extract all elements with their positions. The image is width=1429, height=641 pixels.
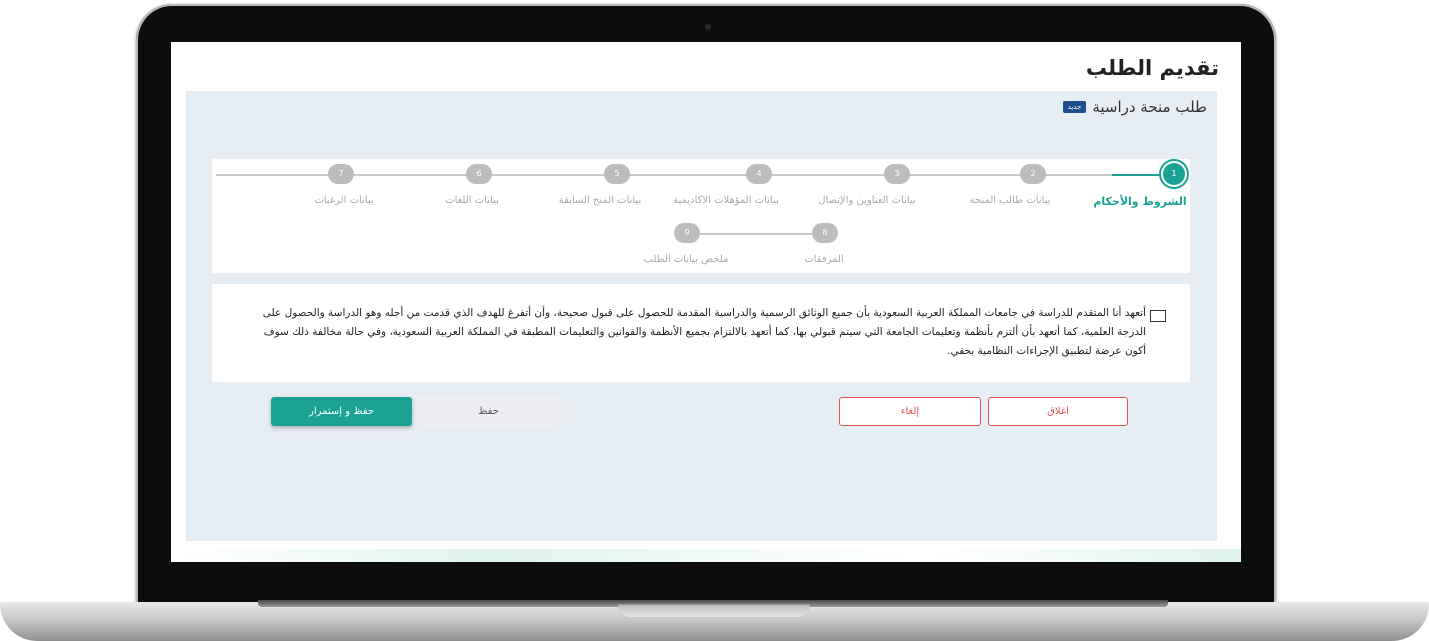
- step-1-dot[interactable]: 1: [1163, 163, 1185, 185]
- subheader: طلب منحة دراسية جديد: [1062, 98, 1207, 116]
- terms-text: أتعهد أنا المتقدم للدراسة في جامعات المم…: [262, 307, 1146, 357]
- step-5-label[interactable]: بيانات المنح السابقة: [559, 195, 642, 206]
- step-5-dot[interactable]: 5: [604, 164, 630, 184]
- app-screen: تقديم الطلب طلب منحة دراسية جديد 1 2 3 4…: [171, 42, 1241, 562]
- step-2-label[interactable]: بيانات طالب المنحة: [970, 195, 1051, 206]
- step-4-dot[interactable]: 4: [746, 164, 772, 184]
- step-8-label[interactable]: المرفقات: [804, 254, 843, 265]
- terms-checkbox[interactable]: [1150, 310, 1166, 322]
- new-badge: جديد: [1062, 101, 1087, 113]
- close-button[interactable]: اغلاق: [988, 397, 1128, 426]
- step-9-label[interactable]: ملخص بيانات الطلب: [644, 254, 729, 265]
- step-1-label[interactable]: الشروط والأحكام: [1093, 195, 1186, 208]
- camera-icon: [705, 24, 711, 30]
- terms-card: أتعهد أنا المتقدم للدراسة في جامعات المم…: [212, 284, 1190, 382]
- cancel-button[interactable]: إلغاء: [839, 397, 981, 426]
- footer-decoration: [171, 549, 1241, 562]
- laptop-notch: [618, 604, 810, 617]
- step-4-label[interactable]: بيانات المؤهلات الاكاديمية: [673, 195, 779, 206]
- step-6-dot[interactable]: 6: [466, 164, 492, 184]
- step-2-dot[interactable]: 2: [1020, 164, 1046, 184]
- stepper: 1 2 3 4 5 6 7 8 9 الشروط والأحكام بيانات…: [212, 159, 1190, 273]
- step-6-label[interactable]: بيانات اللغات: [445, 195, 499, 206]
- stepper-track-row2: [688, 233, 826, 235]
- save-button[interactable]: حفظ: [416, 397, 561, 426]
- step-7-dot[interactable]: 7: [328, 164, 354, 184]
- step-3-dot[interactable]: 3: [884, 164, 910, 184]
- step-7-label[interactable]: بيانات الرغبات: [314, 195, 373, 206]
- save-continue-button[interactable]: حفظ و إستمرار: [271, 397, 412, 426]
- page-title: تقديم الطلب: [1085, 56, 1219, 80]
- step-8-dot[interactable]: 8: [812, 223, 838, 243]
- request-type-title: طلب منحة دراسية: [1092, 98, 1207, 116]
- step-3-label[interactable]: بيانات العناوين والإتصال: [818, 195, 915, 206]
- step-9-dot[interactable]: 9: [674, 223, 700, 243]
- stepper-track-row1: [216, 174, 1140, 176]
- stepper-track-progress: [1112, 174, 1162, 176]
